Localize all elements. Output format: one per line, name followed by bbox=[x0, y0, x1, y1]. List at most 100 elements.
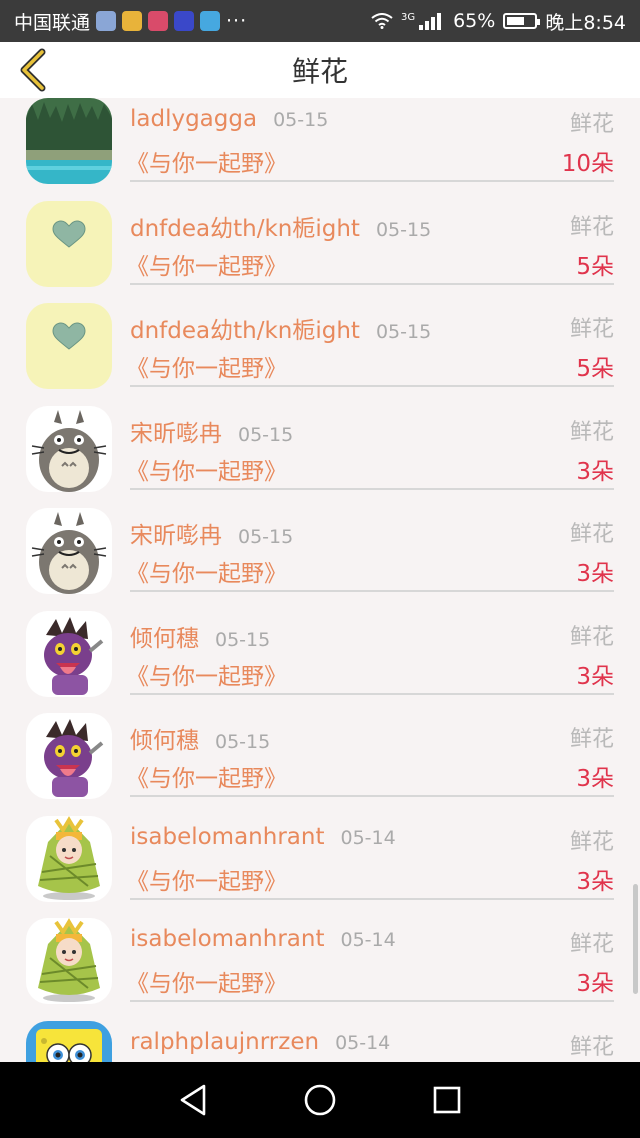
record-header: dnfdea幼th/kn栀ight 05-15 bbox=[130, 311, 431, 345]
record-header: ralphplaujnrrzen 05-14 bbox=[130, 1029, 390, 1055]
record-date: 05-15 bbox=[375, 218, 432, 241]
record-date: 05-15 bbox=[375, 321, 432, 343]
network-type-label: 3G bbox=[400, 11, 416, 23]
record-header: 宋昕嘭冉 05-15 bbox=[130, 414, 293, 448]
back-arrow-icon[interactable] bbox=[14, 48, 54, 92]
play-app-icon bbox=[200, 11, 221, 31]
book-title[interactable]: 《与你一起野》 bbox=[126, 964, 287, 998]
book-title[interactable]: 《与你一起野》 bbox=[126, 759, 287, 793]
gift-amount: 5朵 bbox=[576, 356, 614, 382]
gift-record-row[interactable]: ladlygagga 05-15 鲜花 《与你一起野》 10朵 bbox=[0, 98, 640, 199]
username[interactable]: ladlygagga bbox=[130, 106, 257, 132]
record-date: 05-15 bbox=[238, 526, 294, 548]
user-avatar[interactable] bbox=[26, 98, 112, 184]
username[interactable]: ralphplaujnrrzen bbox=[130, 1029, 319, 1055]
record-header: isabelomanhrant 05-14 bbox=[130, 926, 396, 952]
gift-record-row[interactable]: dnfdea幼th/kn栀ight 05-15 鲜花《与你一起野》 5朵 bbox=[0, 301, 640, 404]
clock: 晚上8:54 bbox=[545, 11, 626, 34]
gift-type: 鲜花 bbox=[569, 1034, 614, 1060]
book-title[interactable]: 《与你一起野》 bbox=[126, 452, 287, 486]
record-info: isabelomanhrant 05-14 鲜花 《与你一起野》 3朵 bbox=[126, 916, 614, 1002]
record-header: 倾何穗 05-15 bbox=[130, 619, 270, 653]
gift-record-row[interactable]: isabelomanhrant 05-14 鲜花 《与你一起野》 3朵 bbox=[0, 916, 640, 1019]
record-date: 05-15 bbox=[238, 423, 294, 446]
book-title[interactable]: 《与你一起野》 bbox=[126, 144, 287, 178]
gift-amount: 3朵 bbox=[576, 561, 614, 587]
gift-type: 鲜花 bbox=[569, 317, 614, 342]
record-header: 宋昕嘭冉 05-15 bbox=[130, 516, 293, 550]
nav-recents-button[interactable] bbox=[427, 1080, 467, 1120]
gift-type: 鲜花 bbox=[569, 727, 614, 752]
record-header: isabelomanhrant 05-14 bbox=[130, 824, 396, 850]
user-avatar[interactable] bbox=[26, 918, 112, 1004]
user-avatar[interactable] bbox=[26, 713, 112, 799]
user-avatar[interactable] bbox=[26, 200, 112, 287]
wifi-icon bbox=[371, 13, 393, 29]
scrollbar[interactable] bbox=[633, 884, 638, 994]
user-avatar[interactable] bbox=[26, 405, 112, 492]
user-avatar[interactable] bbox=[26, 303, 112, 389]
gift-amount: 3朵 bbox=[576, 868, 614, 895]
carrier-label: 中国联通 bbox=[14, 11, 91, 34]
record-info: 宋昕嘭冉 05-15 鲜花《与你一起野》 3朵 bbox=[126, 506, 614, 592]
record-date: 05-15 bbox=[215, 731, 271, 753]
gift-type: 鲜花 bbox=[569, 419, 614, 445]
username[interactable]: isabelomanhrant bbox=[130, 824, 324, 850]
user-avatar[interactable] bbox=[26, 1020, 112, 1062]
circle-app-icon bbox=[174, 11, 195, 31]
signal-icon bbox=[419, 13, 442, 30]
record-date: 05-14 bbox=[340, 826, 396, 849]
gift-record-row[interactable]: dnfdea幼th/kn栀ight 05-15 鲜花 《与你一起野》 5朵 bbox=[0, 199, 640, 302]
record-info: 倾何穗 05-15 鲜花《与你一起野》 3朵 bbox=[126, 609, 614, 695]
book-title[interactable]: 《与你一起野》 bbox=[126, 247, 287, 281]
record-info: isabelomanhrant 05-14 鲜花 《与你一起野》 3朵 bbox=[126, 814, 614, 900]
username[interactable]: 宋昕嘭冉 bbox=[130, 421, 222, 447]
shield-app-icon bbox=[96, 11, 117, 31]
username[interactable]: dnfdea幼th/kn栀ight bbox=[130, 318, 360, 344]
book-title[interactable]: 《与你一起野》 bbox=[126, 657, 287, 691]
gift-record-row[interactable]: 倾何穗 05-15 鲜花《与你一起野》 3朵 bbox=[0, 609, 640, 712]
heart-app-icon bbox=[148, 11, 169, 31]
book-title[interactable]: 《与你一起野》 bbox=[126, 554, 287, 588]
record-date: 05-15 bbox=[273, 109, 329, 131]
book-title[interactable]: 《与你一起野》 bbox=[126, 862, 287, 896]
system-navigation-bar bbox=[0, 1062, 640, 1138]
page-title: 鲜花 bbox=[291, 55, 348, 88]
gift-record-row[interactable]: ralphplaujnrrzen 05-14 鲜花 bbox=[0, 1019, 640, 1063]
nav-home-button[interactable] bbox=[300, 1080, 340, 1120]
record-header: dnfdea幼th/kn栀ight 05-15 bbox=[130, 209, 431, 243]
gift-amount: 5朵 bbox=[576, 253, 614, 280]
gift-type: 鲜花 bbox=[569, 522, 614, 547]
battery-percent: 65% bbox=[453, 10, 496, 32]
status-bar: 中国联通 ··· 3G 65% 晚上8:54 bbox=[0, 0, 640, 42]
gift-amount: 3朵 bbox=[576, 663, 614, 690]
circle-home-icon bbox=[304, 1084, 336, 1116]
title-bar: 鲜花 bbox=[0, 42, 640, 98]
triangle-back-icon bbox=[181, 1084, 206, 1116]
bag-app-icon bbox=[122, 11, 143, 31]
gift-record-list[interactable]: ladlygagga 05-15 鲜花 《与你一起野》 10朵 dnfdea幼th/kn栀… bbox=[0, 98, 640, 1062]
record-header: ladlygagga 05-15 bbox=[130, 106, 328, 132]
user-avatar[interactable] bbox=[26, 815, 112, 902]
gift-record-row[interactable]: 倾何穗 05-15 鲜花《与你一起野》 3朵 bbox=[0, 711, 640, 814]
gift-record-row[interactable]: 宋昕嘭冉 05-15 鲜花 《与你一起野》 3朵 bbox=[0, 404, 640, 507]
username[interactable]: 倾何穗 bbox=[130, 728, 199, 754]
record-info: ralphplaujnrrzen 05-14 鲜花 bbox=[130, 1019, 614, 1063]
user-avatar[interactable] bbox=[26, 610, 112, 697]
record-info: dnfdea幼th/kn栀ight 05-15 鲜花 《与你一起野》 5朵 bbox=[126, 199, 614, 285]
nav-back-button[interactable] bbox=[173, 1080, 213, 1120]
record-date: 05-14 bbox=[340, 929, 396, 951]
record-info: 倾何穗 05-15 鲜花《与你一起野》 3朵 bbox=[126, 711, 614, 797]
gift-amount: 3朵 bbox=[576, 766, 614, 792]
username[interactable]: isabelomanhrant bbox=[130, 926, 324, 952]
book-title[interactable]: 《与你一起野》 bbox=[126, 349, 287, 383]
username[interactable]: 倾何穗 bbox=[130, 626, 199, 652]
username[interactable]: 宋昕嘭冉 bbox=[130, 523, 222, 549]
username[interactable]: dnfdea幼th/kn栀ight bbox=[130, 216, 360, 242]
battery-icon bbox=[503, 13, 541, 29]
gift-record-row[interactable]: isabelomanhrant 05-14 鲜花 《与你一起野》 3朵 bbox=[0, 814, 640, 917]
gift-type: 鲜花 bbox=[569, 932, 614, 957]
gift-type: 鲜花 bbox=[569, 624, 614, 650]
user-avatar[interactable] bbox=[26, 508, 112, 594]
gift-record-row[interactable]: 宋昕嘭冉 05-15 鲜花《与你一起野》 3朵 bbox=[0, 506, 640, 609]
